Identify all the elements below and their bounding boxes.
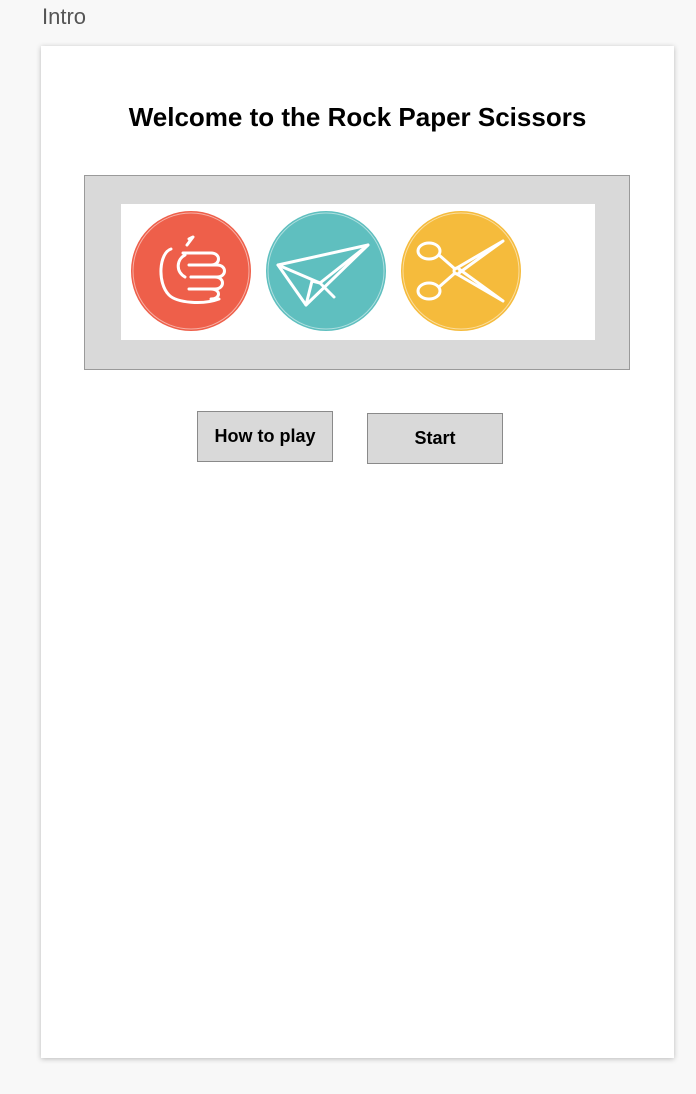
paper-plane-icon xyxy=(266,211,386,331)
intro-screen: Welcome to the Rock Paper Scissors How t… xyxy=(41,46,674,1058)
screen-label: Intro xyxy=(42,4,87,29)
page-title: Welcome to the Rock Paper Scissors xyxy=(128,102,587,132)
start-button[interactable]: Start xyxy=(367,413,503,464)
image-panel xyxy=(84,175,630,370)
how-to-play-button[interactable]: How to play xyxy=(197,411,333,462)
rock-fist-icon xyxy=(131,211,251,331)
rps-illustration xyxy=(121,204,595,340)
scissors-icon xyxy=(401,211,521,331)
